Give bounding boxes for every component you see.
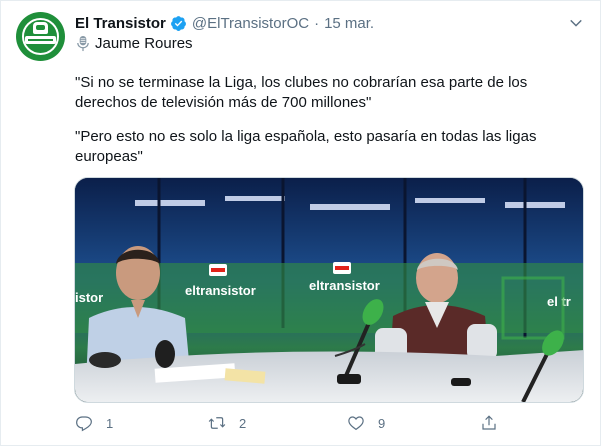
- like-button[interactable]: 9: [347, 411, 385, 435]
- account-handle[interactable]: @ElTransistorOC: [192, 15, 309, 32]
- media-logo-2: eltransistor: [309, 278, 380, 293]
- tweet-card[interactable]: El Transistor @ElTransistorOC · 15 mar. …: [0, 0, 601, 446]
- account-name[interactable]: El Transistor: [75, 15, 166, 32]
- like-count: 9: [378, 415, 386, 431]
- share-icon: [482, 415, 496, 430]
- tweet-date[interactable]: 15 mar.: [324, 15, 374, 32]
- tweet-header: El Transistor @ElTransistorOC · 15 mar.: [75, 13, 374, 33]
- tweet-text-paragraph-2: "Pero esto no es solo la liga española, …: [75, 128, 537, 165]
- tweet-media-photo[interactable]: istor eltransistor eltransistor el tr: [74, 177, 584, 403]
- reply-button[interactable]: 1: [75, 411, 113, 435]
- reply-count: 1: [106, 415, 114, 431]
- media-logo-partial-left: istor: [75, 290, 103, 305]
- tweet-actions: 1 2 9: [75, 411, 515, 435]
- separator-dot: ·: [314, 14, 320, 32]
- media-logo-partial-right: el tr: [547, 294, 571, 309]
- speaker-name: Jaume Roures: [95, 34, 193, 52]
- studio-photo: istor eltransistor eltransistor el tr: [75, 178, 583, 402]
- retweet-count: 2: [239, 415, 247, 431]
- heart-icon: [348, 416, 364, 431]
- tweet-text-paragraph-1: "Si no se terminase la Liga, los clubes …: [75, 74, 528, 111]
- avatar-band: [25, 36, 56, 44]
- media-logo-1: eltransistor: [185, 283, 256, 298]
- reply-icon: [76, 416, 92, 432]
- retweet-button[interactable]: 2: [208, 411, 246, 435]
- chevron-down-icon[interactable]: [567, 14, 585, 32]
- radio-microphone-logo-icon: [33, 22, 48, 34]
- studio-desk: [75, 350, 583, 402]
- microphone-icon: [77, 35, 89, 51]
- verified-badge-icon: [170, 15, 186, 31]
- speaker-line: Jaume Roures: [75, 33, 193, 53]
- retweet-icon: [208, 417, 226, 429]
- avatar[interactable]: [16, 12, 65, 61]
- share-button[interactable]: [480, 411, 498, 435]
